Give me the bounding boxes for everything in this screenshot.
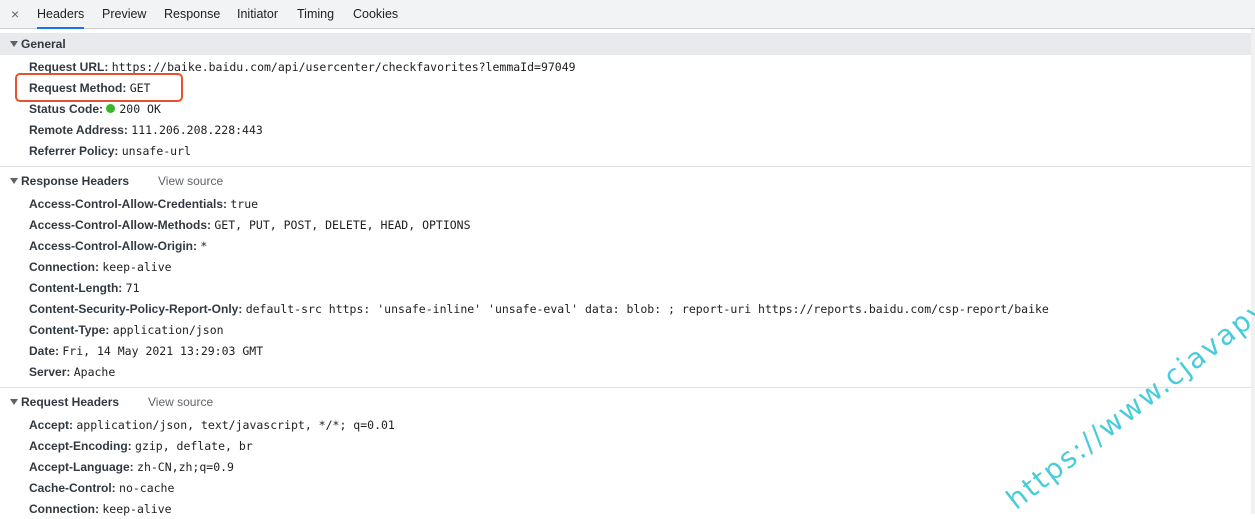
- watermark-text: https://www.cjavapy.com: [1000, 247, 1255, 517]
- response-header-row: Access-Control-Allow-Origin: *: [29, 236, 207, 256]
- response-header-row: Access-Control-Allow-Credentials: true: [29, 194, 258, 214]
- collapse-arrow-icon[interactable]: [10, 41, 18, 47]
- header-value: Apache: [73, 365, 116, 379]
- response-headers-title: Response Headers: [21, 174, 130, 188]
- header-value: 200 OK: [119, 102, 161, 116]
- devtools-tab-bar: × Headers Preview Response Initiator Tim…: [0, 0, 1255, 29]
- response-header-row: Content-Type: application/json: [29, 320, 224, 340]
- request-method-highlight: [15, 73, 183, 102]
- header-key: Date:: [29, 344, 60, 358]
- response-view-source-link[interactable]: View source: [158, 170, 223, 192]
- header-value: zh-CN,zh;q=0.9: [137, 460, 234, 474]
- response-header-row: Content-Security-Policy-Report-Only: def…: [29, 299, 1049, 319]
- status-ok-icon: [106, 104, 116, 113]
- request-view-source-link[interactable]: View source: [148, 391, 213, 413]
- header-key: Accept-Language:: [29, 460, 134, 474]
- response-header-row: Date: Fri, 14 May 2021 13:29:03 GMT: [29, 341, 263, 361]
- header-value: GET, PUT, POST, DELETE, HEAD, OPTIONS: [214, 218, 471, 232]
- header-value: gzip, deflate, br: [135, 439, 253, 453]
- request-header-row: Accept-Encoding: gzip, deflate, br: [29, 436, 253, 456]
- tab-timing[interactable]: Timing: [297, 0, 334, 29]
- request-header-row: Connection: keep-alive: [29, 499, 172, 519]
- general-row-remote-address: Remote Address: 111.206.208.228:443: [29, 120, 263, 140]
- header-key: Content-Length:: [29, 281, 123, 295]
- response-header-row: Server: Apache: [29, 362, 115, 382]
- header-key: Remote Address:: [29, 123, 128, 137]
- response-header-row: Access-Control-Allow-Methods: GET, PUT, …: [29, 215, 471, 235]
- section-divider: [0, 387, 1255, 388]
- request-headers-title: Request Headers: [21, 395, 120, 409]
- header-key: Accept:: [29, 418, 74, 432]
- general-row-referrer-policy: Referrer Policy: unsafe-url: [29, 141, 191, 161]
- header-key: Access-Control-Allow-Credentials:: [29, 197, 228, 211]
- header-key: Content-Security-Policy-Report-Only:: [29, 302, 243, 316]
- header-key: Request URL:: [29, 60, 109, 74]
- header-key: Accept-Encoding:: [29, 439, 132, 453]
- header-key: Access-Control-Allow-Methods:: [29, 218, 212, 232]
- request-header-row: Accept: application/json, text/javascrip…: [29, 415, 395, 435]
- response-header-row: Content-Length: 71: [29, 278, 140, 298]
- response-headers-section-header[interactable]: Response Headers View source: [0, 170, 1255, 192]
- tab-initiator[interactable]: Initiator: [237, 0, 278, 29]
- header-value: keep-alive: [102, 260, 172, 274]
- header-key: Cache-Control:: [29, 481, 116, 495]
- request-header-row: Cache-Control: no-cache: [29, 478, 174, 498]
- general-section-header[interactable]: General: [0, 33, 1255, 55]
- tab-headers[interactable]: Headers: [37, 0, 85, 29]
- collapse-arrow-icon[interactable]: [10, 399, 18, 405]
- header-value: Fri, 14 May 2021 13:29:03 GMT: [62, 344, 264, 358]
- request-header-row: Accept-Language: zh-CN,zh;q=0.9: [29, 457, 234, 477]
- general-title: General: [21, 37, 66, 51]
- request-headers-section-header[interactable]: Request Headers View source: [0, 391, 1255, 413]
- header-value: no-cache: [119, 481, 175, 495]
- header-value: unsafe-url: [121, 144, 191, 158]
- header-value: *: [200, 239, 208, 253]
- close-icon[interactable]: ×: [11, 6, 25, 22]
- collapse-arrow-icon[interactable]: [10, 178, 18, 184]
- tab-preview[interactable]: Preview: [102, 0, 146, 29]
- header-value: 111.206.208.228:443: [131, 123, 263, 137]
- header-key: Referrer Policy:: [29, 144, 119, 158]
- header-key: Server:: [29, 365, 71, 379]
- vertical-scrollbar[interactable]: [1251, 29, 1255, 514]
- general-row-status-code: Status Code: 200 OK: [29, 99, 161, 119]
- tab-cookies[interactable]: Cookies: [353, 0, 398, 29]
- header-value: default-src https: 'unsafe-inline' 'unsa…: [245, 302, 1049, 316]
- header-key: Connection:: [29, 260, 99, 274]
- header-value: true: [230, 197, 259, 211]
- header-value: application/json, text/javascript, */*; …: [76, 418, 395, 432]
- header-value: https://baike.baidu.com/api/usercenter/c…: [111, 60, 576, 74]
- tab-response[interactable]: Response: [164, 0, 220, 29]
- header-key: Status Code:: [29, 102, 104, 116]
- header-key: Access-Control-Allow-Origin:: [29, 239, 198, 253]
- header-value: application/json: [112, 323, 224, 337]
- response-header-row: Connection: keep-alive: [29, 257, 172, 277]
- header-value: 71: [125, 281, 140, 295]
- header-key: Content-Type:: [29, 323, 110, 337]
- section-divider: [0, 166, 1255, 167]
